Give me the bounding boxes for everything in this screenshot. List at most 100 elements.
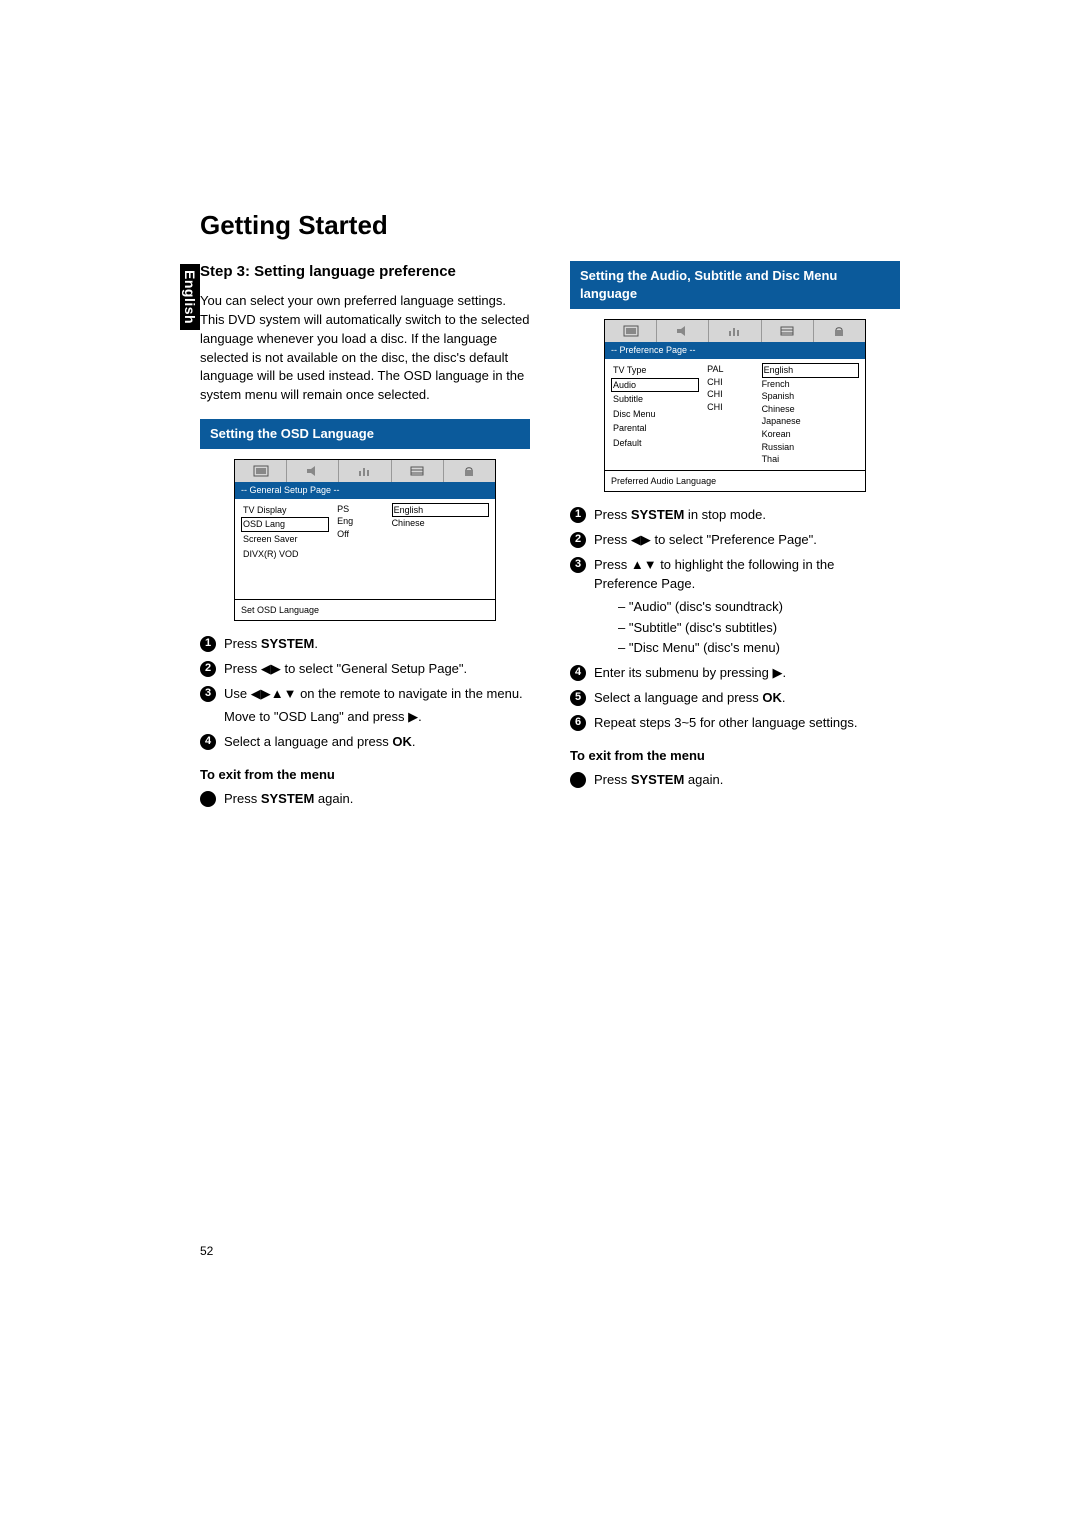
step-text: Repeat steps 3~5 for other language sett… xyxy=(594,715,857,730)
step-item: 2 Press ◀▶ to select "General Setup Page"… xyxy=(200,660,530,679)
osd-value: Eng xyxy=(337,515,383,528)
osd-preference-panel: -- Preference Page -- TV TypeAudioSubtit… xyxy=(604,319,866,492)
osd-value: PS xyxy=(337,503,383,516)
osd-value: CHI xyxy=(707,388,753,401)
osd-option: Russian xyxy=(762,441,859,454)
step-number-badge: 1 xyxy=(570,507,586,523)
step-item: 4 Select a language and press OK. xyxy=(200,733,530,752)
osd-menu-item: Disc Menu xyxy=(611,407,699,422)
step-sublist-item: – "Audio" (disc's soundtrack) xyxy=(618,598,900,617)
osd-general-setup-panel: -- General Setup Page -- TV DisplayOSD L… xyxy=(234,459,496,621)
osd-option-list: EnglishFrenchSpanishChineseJapaneseKorea… xyxy=(756,359,865,470)
step-text: Select a language and press OK. xyxy=(224,734,416,749)
osd-body: TV DisplayOSD LangScreen SaverDIVX(R) VO… xyxy=(235,499,495,599)
step-number-badge: 2 xyxy=(200,661,216,677)
right-column: Setting the Audio, Subtitle and Disc Men… xyxy=(570,261,900,815)
exit-step-text: Press SYSTEM again. xyxy=(594,772,723,787)
left-steps-list: 1 Press SYSTEM. 2 Press ◀▶ to select "Gener… xyxy=(200,635,530,751)
exit-step-text: Press SYSTEM again. xyxy=(224,791,353,806)
osd-tab-video-icon xyxy=(605,320,657,342)
bullet-icon xyxy=(570,772,586,788)
osd-menu-list: TV DisplayOSD LangScreen SaverDIVX(R) VO… xyxy=(235,499,335,599)
osd-language-banner: Setting the OSD Language xyxy=(200,419,530,449)
osd-menu-list: TV TypeAudioSubtitleDisc MenuParentalDef… xyxy=(605,359,705,470)
osd-tab-preference-icon xyxy=(392,460,444,482)
exit-step-item: Press SYSTEM again. xyxy=(200,790,530,809)
osd-value: PAL xyxy=(707,363,753,376)
right-exit-step: Press SYSTEM again. xyxy=(570,771,900,790)
osd-tab-lock-icon xyxy=(814,320,865,342)
osd-value-list: PSEngOff xyxy=(335,499,385,599)
step-item: 6 Repeat steps 3~5 for other language set… xyxy=(570,714,900,733)
step-item: 4 Enter its submenu by pressing ▶. xyxy=(570,664,900,683)
osd-tab-video-icon xyxy=(235,460,287,482)
osd-tab-equalizer-icon xyxy=(339,460,391,482)
step-number-badge: 4 xyxy=(200,734,216,750)
osd-option: Spanish xyxy=(762,390,859,403)
osd-body: TV TypeAudioSubtitleDisc MenuParentalDef… xyxy=(605,359,865,470)
page-number: 52 xyxy=(200,1244,213,1258)
osd-tab-row xyxy=(605,320,865,342)
osd-option: French xyxy=(762,378,859,391)
osd-tab-preference-icon xyxy=(762,320,814,342)
step-sublist: – "Audio" (disc's soundtrack) – "Subtitle… xyxy=(618,598,900,659)
step-item: 2 Press ◀▶ to select "Preference Page". xyxy=(570,531,900,550)
step-text: Enter its submenu by pressing ▶. xyxy=(594,665,786,680)
step-text: Press SYSTEM. xyxy=(224,636,318,651)
bullet-icon xyxy=(200,791,216,807)
audio-subtitle-disc-banner: Setting the Audio, Subtitle and Disc Men… xyxy=(570,261,900,309)
step-number-badge: 3 xyxy=(200,686,216,702)
osd-footer: Set OSD Language xyxy=(235,599,495,621)
intro-paragraph: You can select your own preferred langua… xyxy=(200,292,530,405)
osd-tab-lock-icon xyxy=(444,460,495,482)
osd-option: Thai xyxy=(762,453,859,466)
step-continuation: Move to "OSD Lang" and press ▶. xyxy=(224,708,530,727)
page: English Getting Started Step 3: Setting … xyxy=(0,0,1080,1528)
left-exit-step: Press SYSTEM again. xyxy=(200,790,530,809)
osd-menu-item: Default xyxy=(611,436,699,451)
step-text: Press SYSTEM in stop mode. xyxy=(594,507,766,522)
osd-option: English xyxy=(762,363,859,378)
osd-tab-audio-icon xyxy=(657,320,709,342)
osd-page-label: -- General Setup Page -- xyxy=(235,482,495,499)
osd-value-list: PALCHICHICHI xyxy=(705,359,755,470)
step-number-badge: 2 xyxy=(570,532,586,548)
step-item: 3 Use ◀▶▲▼ on the remote to navigate in t… xyxy=(200,685,530,727)
left-column: Step 3: Setting language preference You … xyxy=(200,261,530,815)
step-heading: Step 3: Setting language preference xyxy=(200,261,530,282)
osd-menu-item: Audio xyxy=(611,378,699,393)
osd-option: Japanese xyxy=(762,415,859,428)
step-number-badge: 4 xyxy=(570,665,586,681)
exit-heading: To exit from the menu xyxy=(200,766,530,784)
osd-menu-item: OSD Lang xyxy=(241,517,329,532)
step-text: Press ◀▶ to select "General Setup Page". xyxy=(224,661,467,676)
step-item: 5Select a language and press OK. xyxy=(570,689,900,708)
osd-value: CHI xyxy=(707,376,753,389)
osd-option: English xyxy=(392,503,489,518)
osd-option: Chinese xyxy=(392,517,489,530)
exit-step-item: Press SYSTEM again. xyxy=(570,771,900,790)
step-number-badge: 1 xyxy=(200,636,216,652)
osd-value: CHI xyxy=(707,401,753,414)
step-text: Press ◀▶ to select "Preference Page". xyxy=(594,532,817,547)
page-title: Getting Started xyxy=(200,210,900,241)
step-item: 1 Press SYSTEM. xyxy=(200,635,530,654)
language-side-tab: English xyxy=(180,264,200,330)
osd-option: Chinese xyxy=(762,403,859,416)
osd-menu-item: DIVX(R) VOD xyxy=(241,547,329,562)
step-item: 3Press ▲▼ to highlight the following in … xyxy=(570,556,900,658)
osd-menu-item: Screen Saver xyxy=(241,532,329,547)
step-number-badge: 3 xyxy=(570,557,586,573)
step-text: Use ◀▶▲▼ on the remote to navigate in th… xyxy=(224,686,523,701)
step-number-badge: 6 xyxy=(570,715,586,731)
osd-menu-item: Subtitle xyxy=(611,392,699,407)
osd-footer: Preferred Audio Language xyxy=(605,470,865,492)
two-column-layout: Step 3: Setting language preference You … xyxy=(200,261,900,815)
osd-tab-row xyxy=(235,460,495,482)
osd-menu-item: TV Type xyxy=(611,363,699,378)
exit-heading: To exit from the menu xyxy=(570,747,900,765)
osd-menu-item: Parental xyxy=(611,421,699,436)
step-sublist-item: – "Subtitle" (disc's subtitles) xyxy=(618,619,900,638)
osd-tab-audio-icon xyxy=(287,460,339,482)
step-text: Select a language and press OK. xyxy=(594,690,786,705)
